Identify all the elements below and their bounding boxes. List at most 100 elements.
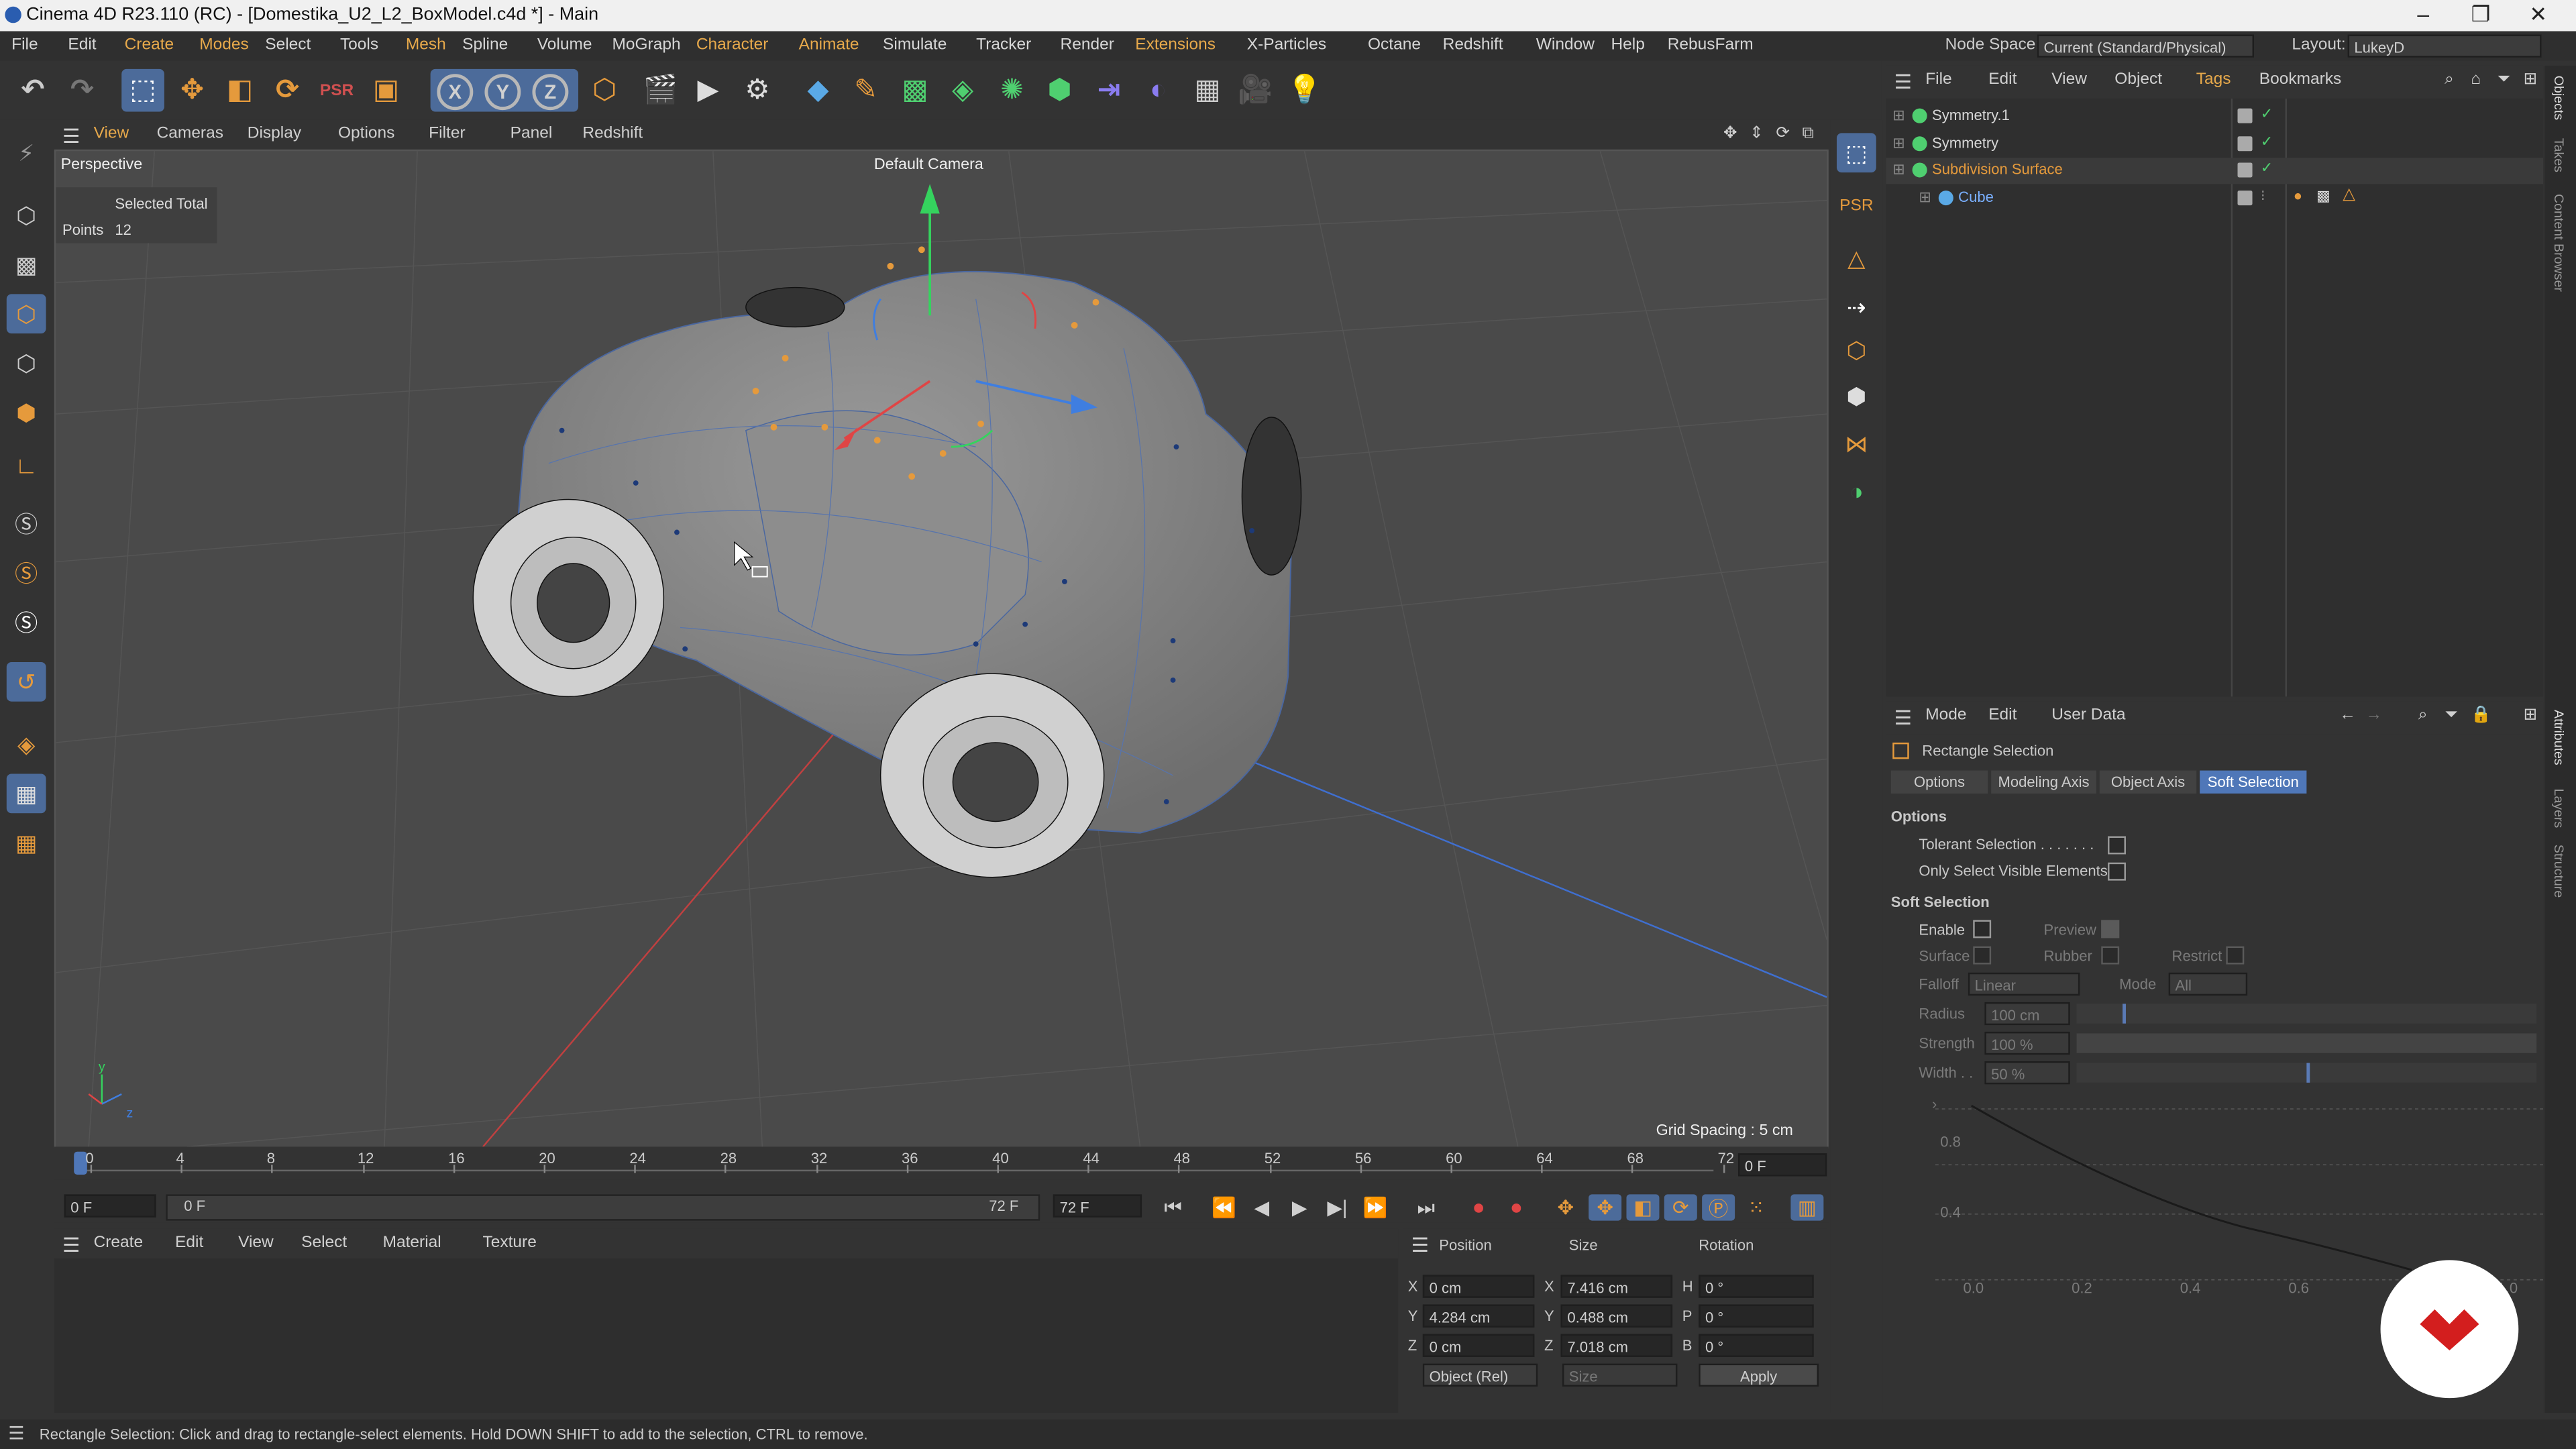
viewport-menu-cameras[interactable]: Cameras: [157, 125, 223, 143]
cloner-icon[interactable]: ✺: [991, 69, 1034, 112]
position-x-field[interactable]: 0 cm: [1422, 1275, 1535, 1298]
axis-mode-icon[interactable]: ∟: [7, 445, 46, 485]
menu-render[interactable]: Render: [1061, 36, 1114, 54]
menu-edit[interactable]: Edit: [68, 36, 96, 54]
tweak-icon[interactable]: ↺: [6, 661, 46, 702]
lock-workplane-icon[interactable]: ▦: [6, 773, 46, 814]
expand-icon[interactable]: ⊞: [1892, 161, 1904, 179]
timeline-ruler[interactable]: 0 4 8 12 16 20 24 28 32 36 40 44 48 52 56 60 64 68 72 0 F: [54, 1146, 1829, 1180]
next-frame-icon[interactable]: ▶|: [1321, 1194, 1354, 1220]
menu-rebusfarm[interactable]: RebusFarm: [1668, 36, 1754, 54]
expand-icon[interactable]: ⊞: [1919, 188, 1931, 206]
position-y-field[interactable]: 4.284 cm: [1422, 1304, 1535, 1328]
material-menu-material[interactable]: Material: [383, 1234, 441, 1252]
render-settings-icon[interactable]: ⚙: [736, 69, 779, 112]
enable-check-icon[interactable]: ✓: [2261, 105, 2273, 123]
enable-check-icon[interactable]: ✓: [2261, 132, 2273, 150]
menu-spline[interactable]: Spline: [462, 36, 508, 54]
viewport-rotate-icon[interactable]: ⟳: [1776, 125, 1790, 143]
deformer-icon[interactable]: ⇥: [1087, 69, 1130, 112]
cube-object-icon[interactable]: ◆: [797, 69, 840, 112]
menu-tracker[interactable]: Tracker: [976, 36, 1031, 54]
menu-file[interactable]: File: [11, 36, 38, 54]
viewport-camera-label[interactable]: Default Camera: [874, 156, 983, 174]
object-row[interactable]: ⊞ Subdivision Surface ✓: [1886, 158, 2544, 184]
attr-menu-icon[interactable]: ☰: [1894, 706, 1912, 729]
back-arrow-icon[interactable]: ←: [2339, 706, 2355, 724]
object-row[interactable]: ⊞ Cube ⁝ ● ▩ △: [1886, 185, 2543, 211]
current-frame-field[interactable]: 0 F: [1738, 1153, 1827, 1177]
points-mode-icon[interactable]: ⬡: [6, 294, 46, 334]
menu-character[interactable]: Character: [696, 36, 769, 54]
menu-x-particles[interactable]: X-Particles: [1247, 36, 1326, 54]
scale-icon[interactable]: ◧: [219, 69, 262, 112]
frame-range-slider[interactable]: 0 F 72 F: [166, 1194, 1040, 1221]
object-row[interactable]: ⊞ Symmetry ✓: [1886, 131, 2543, 157]
arrow-side-icon[interactable]: ⇢: [1837, 288, 1876, 327]
polygons-mode-icon[interactable]: ⬢: [7, 392, 46, 432]
y-axis-lock-icon[interactable]: Y: [484, 74, 521, 111]
filter-icon[interactable]: ⏷: [2497, 70, 2510, 89]
axis-side-icon[interactable]: △: [1837, 238, 1876, 278]
side-tab-layers[interactable]: Layers: [2551, 789, 2566, 828]
attr-menu-mode[interactable]: Mode: [1925, 706, 1966, 724]
enable-check-icon[interactable]: ⁝: [2261, 186, 2265, 205]
tolerant-selection-checkbox[interactable]: [2108, 836, 2126, 855]
viewport-menu-options[interactable]: Options: [338, 125, 394, 143]
snap-icon[interactable]: Ⓢ: [7, 504, 46, 544]
menu-window[interactable]: Window: [1536, 36, 1595, 54]
key-scale-icon[interactable]: ◧: [1626, 1194, 1660, 1221]
strength-field[interactable]: 100 %: [1984, 1031, 2070, 1055]
side-tab-structure[interactable]: Structure: [2551, 845, 2566, 898]
attr-menu-user-data[interactable]: User Data: [2051, 706, 2125, 724]
texture-mode-icon[interactable]: ▩: [7, 245, 46, 284]
attr-new-window-icon[interactable]: ⊞: [2524, 706, 2538, 724]
status-menu-icon[interactable]: ☰: [8, 1423, 24, 1444]
rotate-icon[interactable]: ⟳: [266, 69, 309, 112]
preview-checkbox[interactable]: [2101, 920, 2120, 938]
expand-icon[interactable]: ⊞: [1892, 107, 1904, 125]
object-row[interactable]: ⊞ Symmetry.1 ✓: [1886, 103, 2543, 129]
sphere-side-icon[interactable]: ◑: [1837, 472, 1876, 511]
object-menu-file[interactable]: File: [1925, 70, 1951, 89]
goto-start-icon[interactable]: ⏮: [1157, 1194, 1189, 1220]
menu-create[interactable]: Create: [125, 36, 174, 54]
viewport-menu-icon[interactable]: ☰: [62, 125, 80, 148]
object-menu-object[interactable]: Object: [2114, 70, 2162, 89]
mode-dropdown[interactable]: All: [2168, 972, 2248, 996]
menu-mograph[interactable]: MoGraph: [612, 36, 680, 54]
menu-select[interactable]: Select: [265, 36, 311, 54]
attr-search-icon[interactable]: ⌕: [2418, 706, 2428, 724]
object-menu-edit[interactable]: Edit: [1988, 70, 2017, 89]
enable-check-icon[interactable]: ✓: [2261, 160, 2273, 178]
attr-filter-icon[interactable]: ⏷: [2445, 706, 2458, 724]
object-name[interactable]: Cube: [1958, 188, 1994, 204]
key-pla-icon[interactable]: ⁙: [1739, 1194, 1772, 1220]
menu-modes[interactable]: Modes: [199, 36, 249, 54]
surface-checkbox[interactable]: [1973, 946, 1992, 965]
object-name[interactable]: Symmetry.1: [1932, 107, 2010, 123]
side-tab-content-browser[interactable]: Content Browser: [2551, 194, 2566, 292]
strength-slider[interactable]: [2076, 1033, 2537, 1053]
material-menu-select[interactable]: Select: [301, 1234, 347, 1252]
forward-arrow-icon[interactable]: →: [2366, 706, 2382, 724]
restrict-checkbox[interactable]: [2226, 946, 2245, 965]
expand-icon[interactable]: ⊞: [1892, 134, 1904, 152]
width-field[interactable]: 50 %: [1984, 1061, 2070, 1085]
move-icon[interactable]: ✥: [171, 69, 214, 112]
live-selection-icon[interactable]: ⬚: [121, 68, 164, 112]
lock-icon[interactable]: 🔒: [2471, 706, 2491, 724]
tab-modeling-axis[interactable]: Modeling Axis: [1991, 770, 2096, 794]
object-menu-bookmarks[interactable]: Bookmarks: [2259, 70, 2341, 89]
z-axis-lock-icon[interactable]: Z: [532, 74, 569, 111]
workplane-icon[interactable]: ◈: [7, 724, 46, 764]
menu-animate[interactable]: Animate: [799, 36, 859, 54]
next-key-icon[interactable]: ⏩: [1358, 1194, 1391, 1220]
selection-tag-icon[interactable]: △: [2343, 185, 2355, 203]
planar-workplane-icon[interactable]: ▦: [7, 823, 46, 863]
tab-object-axis[interactable]: Object Axis: [2099, 770, 2197, 794]
autokey-icon[interactable]: ⏺: [1500, 1194, 1533, 1220]
subdivision-generator-icon[interactable]: ▩: [894, 69, 936, 112]
extrude-generator-icon[interactable]: ◈: [941, 69, 984, 112]
menu-extensions[interactable]: Extensions: [1135, 36, 1216, 54]
